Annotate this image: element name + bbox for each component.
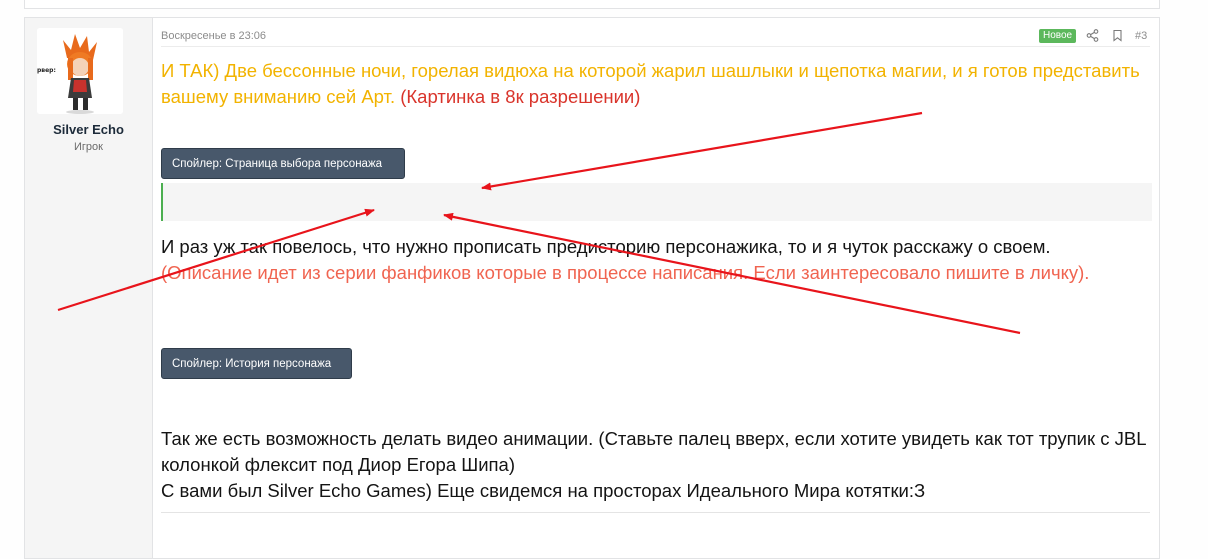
intro-resolution-note: (Картинка в 8к разрешении) bbox=[400, 86, 641, 107]
spoiler-content-area bbox=[161, 183, 1152, 221]
outro-text-line-2: С вами был Silver Echo Games) Еще свидем… bbox=[161, 480, 926, 501]
share-icon[interactable] bbox=[1086, 29, 1099, 42]
spoiler-button-character-select[interactable]: Спойлер: Страница выбора персонажа bbox=[161, 148, 405, 179]
new-badge: Новое bbox=[1039, 29, 1077, 43]
post-intro: И ТАК) Две бессонные ночи, горелая видюх… bbox=[161, 58, 1151, 110]
avatar-overlay-text: рвер: bbox=[37, 67, 56, 74]
user-title: Игрок bbox=[74, 141, 103, 153]
post-outro: Так же есть возможность делать видео ани… bbox=[161, 426, 1151, 504]
header-divider bbox=[161, 46, 1150, 47]
post-number[interactable]: #3 bbox=[1135, 30, 1147, 42]
username[interactable]: Silver Echo bbox=[25, 122, 152, 137]
story-note: (Описание идет из серии фанфиков которые… bbox=[161, 262, 1090, 283]
post-date[interactable]: Воскресенье в 23:06 bbox=[161, 30, 266, 42]
story-text: И раз уж так повелось, что нужно прописа… bbox=[161, 236, 1051, 257]
post-story: И раз уж так повелось, что нужно прописа… bbox=[161, 234, 1151, 286]
outro-text-line-1: Так же есть возможность делать видео ани… bbox=[161, 428, 1146, 475]
avatar[interactable]: рвер: bbox=[37, 28, 123, 114]
bookmark-icon[interactable] bbox=[1111, 29, 1124, 42]
previous-post-edge bbox=[24, 0, 1160, 9]
post-footer-divider bbox=[161, 512, 1150, 513]
spoiler-button-character-story[interactable]: Спойлер: История персонажа bbox=[161, 348, 352, 379]
forum-post: рвер: Silver Echo Игрок Воскресенье в 23… bbox=[24, 17, 1160, 559]
user-info-column: рвер: Silver Echo Игрок bbox=[25, 18, 153, 558]
intro-highlight-text: И ТАК) Две бессонные ночи, горелая видюх… bbox=[161, 60, 1140, 107]
